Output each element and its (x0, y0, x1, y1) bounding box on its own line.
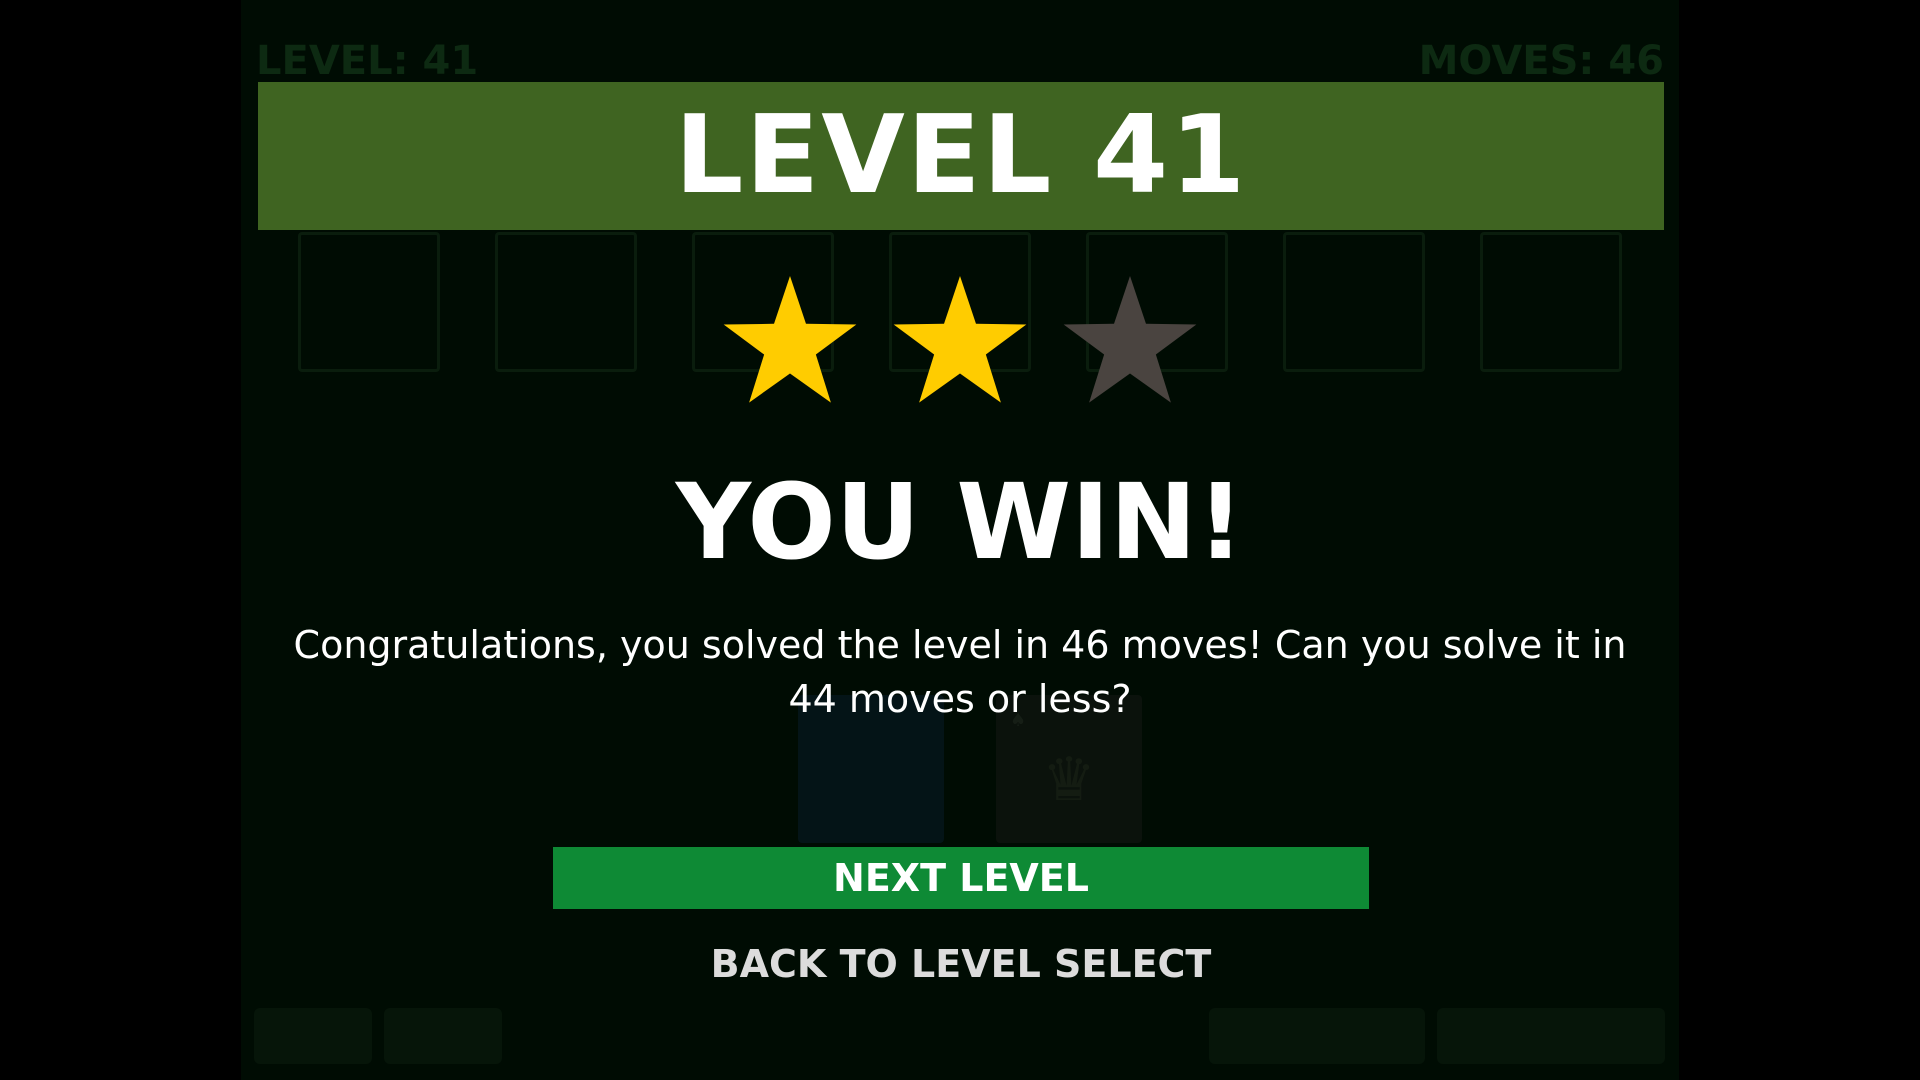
star-icon (723, 276, 857, 403)
star-rating (722, 276, 1202, 406)
win-message: Congratulations, you solved the level in… (293, 623, 1627, 721)
star-icon (893, 276, 1027, 403)
level-title: LEVEL 41 (674, 93, 1248, 218)
crown-icon: ♛ (1042, 745, 1096, 815)
background-button (1437, 1008, 1665, 1064)
foundation-slot (1480, 232, 1622, 372)
foundation-slot (298, 232, 440, 372)
level-title-bar: LEVEL 41 (258, 82, 1664, 230)
star-icon (1063, 276, 1197, 403)
background-button (384, 1008, 502, 1064)
win-heading: YOU WIN! (675, 461, 1245, 583)
background-moves-label: MOVES: 46 (1418, 38, 1664, 84)
background-button (1209, 1008, 1425, 1064)
next-level-button[interactable]: NEXT LEVEL (553, 847, 1369, 909)
foundation-slot (495, 232, 637, 372)
background-button (254, 1008, 372, 1064)
background-level-label: LEVEL: 41 (256, 38, 479, 84)
foundation-slot (1283, 232, 1425, 372)
back-to-level-select-button[interactable]: BACK TO LEVEL SELECT (553, 934, 1369, 994)
